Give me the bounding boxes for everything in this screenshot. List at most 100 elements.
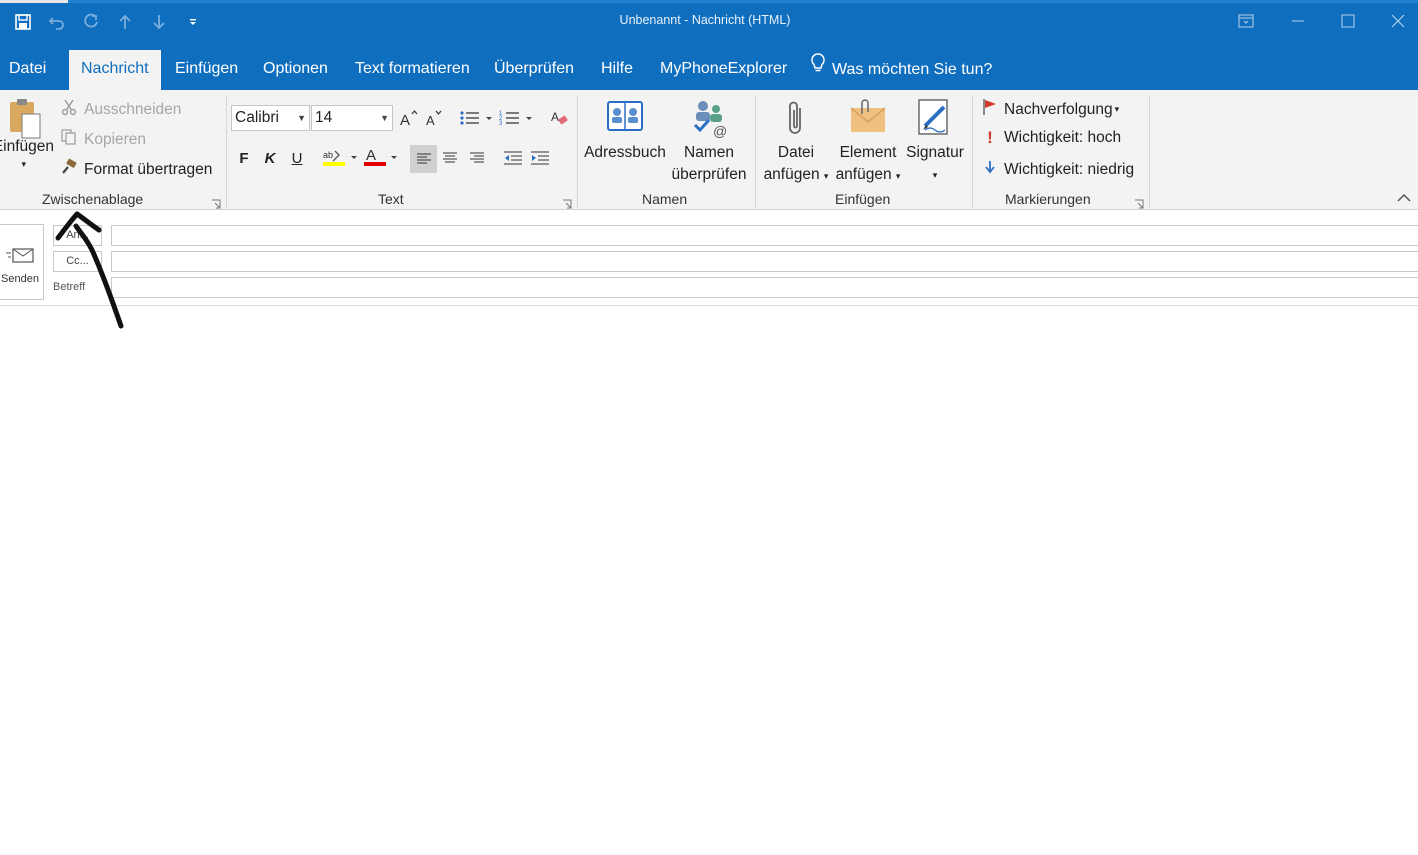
follow-up-button[interactable]: Nachverfolgung ▾ [982, 98, 1119, 121]
paste-label: Einfügen [0, 138, 54, 155]
bold-button[interactable]: F [232, 146, 256, 170]
decrease-indent-icon[interactable] [501, 146, 525, 170]
group-separator [577, 96, 578, 208]
message-body[interactable] [0, 306, 1418, 855]
send-button[interactable]: Senden [0, 224, 44, 300]
subject-field[interactable] [111, 277, 1418, 298]
high-importance-button[interactable]: ! Wichtigkeit: hoch [982, 128, 1121, 148]
chevron-down-icon: ▾ [932, 170, 938, 180]
clipboard-dialog-launcher-icon[interactable] [211, 196, 221, 209]
address-book-label: Adressbuch [584, 144, 666, 161]
signature-icon [904, 98, 966, 142]
tab-hilfe[interactable]: Hilfe [601, 50, 633, 90]
minimize-icon[interactable] [1280, 8, 1316, 34]
paste-clipboard-icon [4, 98, 44, 140]
tab-myphoneexplorer[interactable]: MyPhoneExplorer [660, 50, 787, 90]
tab-text-formatieren[interactable]: Text formatieren [355, 50, 470, 90]
svg-text:ab: ab [323, 150, 333, 160]
check-names-label-2: überprüfen [671, 166, 747, 183]
follow-up-label: Nachverfolgung [1004, 100, 1113, 118]
grow-font-icon[interactable]: A [397, 106, 421, 130]
attach-item-button[interactable]: Element anfügen ▾ [832, 98, 904, 187]
attach-file-label-1: Datei [777, 144, 815, 161]
group-separator [972, 96, 973, 208]
format-painter-button[interactable]: Format übertragen [60, 158, 212, 181]
to-button[interactable]: An... [53, 225, 102, 246]
shrink-font-icon[interactable]: A [422, 106, 446, 130]
group-separator [226, 96, 227, 208]
paste-dropdown-icon[interactable]: ▾ [0, 158, 54, 170]
signature-label: Signatur [906, 144, 964, 161]
check-names-label-1: Namen [684, 144, 734, 161]
high-importance-label: Wichtigkeit: hoch [1004, 129, 1122, 146]
tab-optionen[interactable]: Optionen [263, 50, 328, 90]
increase-indent-icon[interactable] [528, 146, 552, 170]
align-center-icon[interactable] [438, 146, 462, 170]
font-size-combo[interactable]: 14 ▼ [311, 105, 393, 131]
underline-button[interactable]: U [285, 146, 309, 170]
tab-datei[interactable]: Datei [9, 50, 46, 90]
chevron-down-icon: ▾ [1114, 104, 1120, 114]
ribbon-display-options-icon[interactable] [1228, 8, 1264, 34]
collapse-ribbon-icon[interactable] [1396, 190, 1414, 204]
address-book-icon [583, 98, 667, 142]
font-color-icon[interactable]: A [363, 146, 401, 170]
window-top-edge [0, 0, 1418, 3]
tell-me-search[interactable]: Was möchten Sie tun? [810, 50, 992, 90]
attach-item-icon [832, 98, 904, 142]
signature-button[interactable]: Signatur ▾ [904, 98, 966, 186]
red-flag-icon [982, 98, 998, 121]
check-names-button[interactable]: @ Namen überprüfen [667, 98, 751, 186]
to-field[interactable] [111, 225, 1418, 246]
group-separator [1149, 96, 1150, 208]
cc-field[interactable] [111, 251, 1418, 272]
text-dialog-launcher-icon[interactable] [562, 196, 572, 209]
chevron-down-icon: ▾ [895, 171, 901, 181]
lightbulb-icon [810, 51, 826, 89]
chevron-down-icon: ▾ [823, 171, 829, 181]
tab-nachricht[interactable]: Nachricht [69, 50, 161, 90]
cc-button[interactable]: Cc... [53, 251, 102, 272]
low-importance-label: Wichtigkeit: niedrig [1004, 160, 1135, 178]
copy-icon [60, 128, 78, 151]
tags-dialog-launcher-icon[interactable] [1134, 196, 1144, 209]
paperclip-icon [760, 98, 832, 142]
group-separator [755, 96, 756, 208]
align-left-icon[interactable] [410, 145, 437, 173]
close-icon[interactable] [1380, 8, 1416, 34]
copy-label: Kopieren [84, 130, 147, 148]
italic-button[interactable]: K [258, 146, 282, 170]
format-painter-icon [60, 158, 78, 181]
cut-button[interactable]: Ausschneiden [60, 98, 181, 121]
tab-einfuegen[interactable]: Einfügen [175, 50, 238, 90]
tell-me-label: Was möchten Sie tun? [832, 61, 993, 78]
highlight-color-icon[interactable]: ab [321, 146, 361, 170]
send-envelope-icon [0, 225, 43, 265]
maximize-icon[interactable] [1330, 8, 1366, 34]
send-label: Senden [1, 273, 39, 285]
chevron-down-icon: ▼ [297, 113, 306, 123]
ribbon-tab-bar: Datei Nachricht Einfügen Optionen Text f… [0, 44, 1418, 90]
align-right-icon[interactable] [465, 146, 489, 170]
clear-formatting-icon[interactable]: A [548, 106, 572, 130]
text-group-label: Text [378, 191, 404, 207]
low-importance-button[interactable]: Wichtigkeit: niedrig [982, 158, 1134, 181]
window-title: Unbenannt - Nachricht (HTML) [619, 13, 791, 27]
title-bar: Unbenannt - Nachricht (HTML) [0, 0, 1418, 44]
font-name-value: Calibri [235, 109, 279, 126]
paste-button[interactable]: Einfügen ▾ [0, 98, 54, 170]
copy-button[interactable]: Kopieren [60, 128, 146, 151]
font-size-value: 14 [315, 109, 333, 126]
chevron-down-icon: ▼ [380, 113, 389, 123]
attach-file-button[interactable]: Datei anfügen ▾ [760, 98, 832, 187]
attach-item-label-2: anfügen [835, 166, 892, 183]
attach-item-label-1: Element [839, 144, 897, 161]
numbering-icon[interactable]: 123 [498, 106, 534, 130]
svg-text:A: A [366, 147, 376, 164]
cut-label: Ausschneiden [84, 100, 182, 118]
tab-ueberpruefen[interactable]: Überprüfen [494, 50, 574, 90]
font-name-combo[interactable]: Calibri ▼ [231, 105, 310, 131]
bullets-icon[interactable] [458, 106, 494, 130]
clipboard-group-label: Zwischenablage [42, 191, 144, 207]
address-book-button[interactable]: Adressbuch [583, 98, 667, 164]
